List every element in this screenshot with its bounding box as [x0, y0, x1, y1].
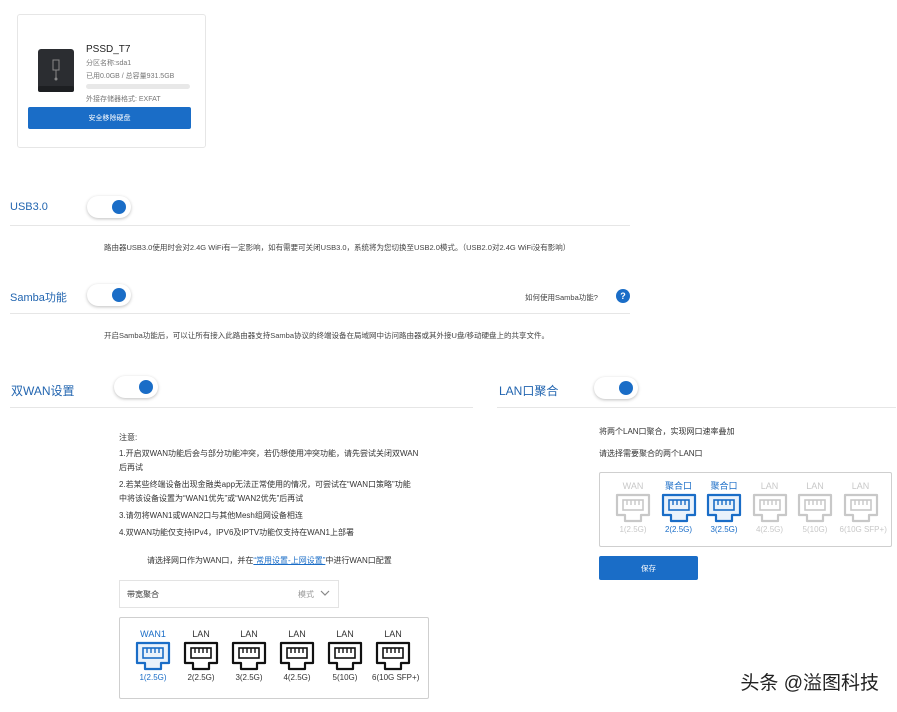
save-button[interactable]: 保存	[599, 556, 698, 580]
help-icon[interactable]: ?	[616, 289, 630, 303]
toggle-knob	[112, 200, 126, 214]
note-line: 2.若某些终端设备出现金融类app无法正常使用的情况，可尝试在“WAN口策略”功…	[119, 480, 411, 489]
hard-disk-icon	[37, 48, 75, 93]
port-type-label: LAN	[192, 629, 210, 639]
lan-aggregation-toggle[interactable]	[594, 377, 638, 399]
port-1[interactable]: WAN 1(2.5G)	[612, 480, 654, 534]
port-type-label: 聚合口	[710, 481, 738, 491]
divider	[10, 225, 630, 226]
toggle-knob	[619, 381, 633, 395]
usb-usage-bar	[86, 84, 190, 89]
wan-config-suffix: 中进行WAN口配置	[325, 556, 392, 565]
port-type-label: LAN	[851, 481, 870, 491]
port-type-label: WAN	[622, 481, 644, 491]
note-line: 4.双WAN功能仅支持IPv4，IPV6及IPTV功能仅支持在WAN1上部署	[119, 528, 354, 537]
port-3[interactable]: LAN 3(2.5G)	[228, 628, 270, 682]
port-3[interactable]: 聚合口 3(2.5G)	[703, 480, 745, 534]
port-type-label: LAN	[336, 629, 354, 639]
port-speed-label: 4(2.5G)	[755, 525, 784, 534]
wan-mode-value: 带宽聚合	[127, 590, 159, 599]
ethernet-port-icon	[231, 641, 267, 671]
wan-config-prefix: 请选择网口作为WAN口，并在	[147, 556, 254, 565]
usb3-toggle[interactable]	[87, 196, 131, 218]
ethernet-port-icon	[279, 641, 315, 671]
ethernet-port-icon	[375, 641, 411, 671]
lan-aggregation-label: LAN口聚合	[499, 384, 559, 398]
port-type-label: LAN	[240, 629, 258, 639]
usb-format: 外接存储器格式: EXFAT	[86, 96, 161, 103]
port-5[interactable]: LAN 5(10G)	[794, 480, 836, 534]
ethernet-port-icon	[135, 641, 171, 671]
ethernet-port-icon	[843, 493, 878, 523]
network-settings-link[interactable]: “常用设置-上网设置”	[253, 556, 325, 565]
wan-mode-label: 模式	[298, 590, 314, 599]
usb-partition-name: 分区名称:sda1	[86, 60, 132, 67]
port-speed-label: 2(2.5G)	[187, 673, 215, 682]
port-speed-label: 6(10G SFP+)	[839, 525, 887, 534]
port-speed-label: 1(2.5G)	[139, 673, 167, 682]
divider	[10, 313, 630, 314]
lan-aggregation-instruction: 请选择需要聚合的两个LAN口	[599, 449, 703, 458]
ethernet-port-icon	[661, 493, 696, 523]
port-6[interactable]: LAN 6(10G SFP+)	[372, 628, 420, 682]
port-speed-label: 4(2.5G)	[283, 673, 311, 682]
usb3-label: USB3.0	[10, 201, 48, 213]
ethernet-port-icon	[706, 493, 742, 523]
port-speed-label: 3(2.5G)	[710, 525, 738, 534]
dual-wan-label: 双WAN设置	[11, 384, 75, 398]
port-5[interactable]: LAN 5(10G)	[324, 628, 366, 682]
lan-port-selector: WAN 1(2.5G) 聚合口 2(2.5G) 聚合口 3(2.5G) LAN 4(2.5G)…	[599, 472, 892, 547]
port-2[interactable]: LAN 2(2.5G)	[180, 628, 222, 682]
port-type-label: LAN	[288, 629, 306, 639]
port-type-label: LAN	[384, 629, 402, 639]
note-line: 3.请勿将WAN1或WAN2口与其他Mesh组网设备相连	[119, 511, 303, 520]
dual-wan-toggle[interactable]	[114, 376, 158, 398]
port-2[interactable]: 聚合口 2(2.5G)	[658, 480, 700, 534]
ethernet-port-icon	[752, 493, 787, 523]
divider	[10, 407, 473, 408]
note-line: 中将该设备设置为“WAN1优先”或“WAN2优先”后再试	[119, 494, 304, 503]
wan-mode-select[interactable]: 带宽聚合 模式	[119, 580, 339, 608]
toggle-knob	[112, 288, 126, 302]
ethernet-port-icon	[615, 493, 651, 523]
port-type-label: LAN	[806, 481, 824, 491]
wan-config-hint: 请选择网口作为WAN口，并在“常用设置-上网设置”中进行WAN口配置	[147, 554, 392, 567]
note-line: 1.开启双WAN功能后会与部分功能冲突，若仍想使用冲突功能，请先尝试关闭双WAN	[119, 449, 419, 458]
samba-help-link[interactable]: 如何使用Samba功能?	[525, 292, 598, 303]
samba-toggle[interactable]	[87, 284, 131, 306]
port-speed-label: 1(2.5G)	[619, 525, 647, 534]
wan-port-selector: WAN1 1(2.5G) LAN 2(2.5G) LAN 3(2.5G) LAN 4(2.5G…	[119, 617, 429, 699]
note-line: 注意:	[119, 433, 138, 442]
port-4[interactable]: LAN 4(2.5G)	[276, 628, 318, 682]
ethernet-port-icon	[327, 641, 363, 671]
toggle-knob	[139, 380, 153, 394]
usb-drive-name: PSSD_T7	[86, 44, 131, 55]
port-1[interactable]: WAN1 1(2.5G)	[132, 628, 174, 682]
port-speed-label: 2(2.5G)	[664, 525, 693, 534]
samba-description: 开启Samba功能后，可以让所有接入此路由器支持Samba协议的终端设备在局域网…	[104, 331, 550, 340]
port-type-label: WAN1	[140, 629, 166, 639]
samba-label: Samba功能	[10, 292, 67, 304]
note-line: 后再试	[119, 463, 143, 472]
port-speed-label: 5(10G)	[802, 525, 828, 534]
ethernet-port-icon	[183, 641, 219, 671]
lan-aggregation-description: 将两个LAN口聚合，实现网口速率叠加	[599, 427, 735, 436]
usb-capacity: 已用0.0GB / 总容量931.5GB	[86, 73, 175, 80]
port-type-label: LAN	[760, 481, 779, 491]
ethernet-port-icon	[797, 493, 833, 523]
divider	[497, 407, 896, 408]
port-speed-label: 6(10G SFP+)	[372, 673, 420, 682]
port-speed-label: 3(2.5G)	[235, 673, 263, 682]
watermark: 头条 @溢图科技	[740, 673, 879, 694]
usb3-description: 路由器USB3.0使用时会对2.4G WiFi有一定影响，如有需要可关闭USB3…	[104, 243, 571, 252]
port-6[interactable]: LAN 6(10G SFP+)	[839, 480, 887, 534]
usb-drive-card: PSSD_T7 分区名称:sda1 已用0.0GB / 总容量931.5GB 外…	[17, 14, 206, 148]
port-4[interactable]: LAN 4(2.5G)	[749, 480, 791, 534]
port-speed-label: 5(10G)	[332, 673, 358, 682]
chevron-down-icon	[320, 590, 330, 596]
port-type-label: 聚合口	[664, 481, 692, 491]
safe-eject-button[interactable]: 安全移除硬盘	[28, 107, 191, 129]
